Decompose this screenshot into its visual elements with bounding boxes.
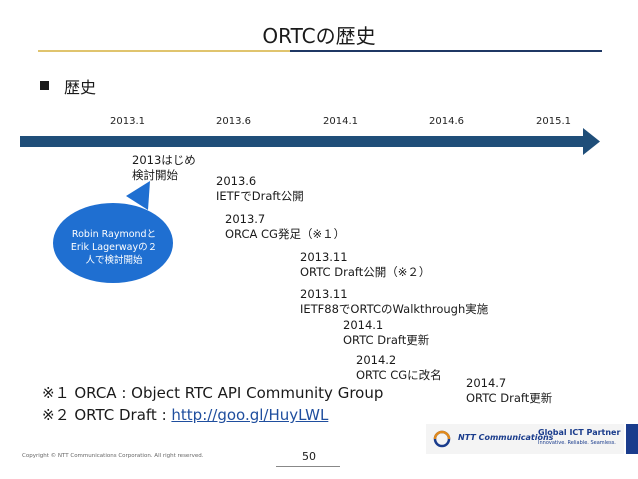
- event-2013-7: 2013.7 ORCA CG発足（※１）: [225, 212, 345, 242]
- event-date: 2013.11: [300, 250, 348, 264]
- event-date: 2014.7: [466, 376, 507, 390]
- note-ortc-draft: ※２ ORTC Draft : http://goo.gl/HuyLWL: [42, 404, 328, 425]
- event-desc: ORTC CGに改名: [356, 368, 442, 382]
- event-desc: IETFでDraft公開: [216, 189, 304, 203]
- event-date: 2014.2: [356, 353, 397, 367]
- timeline-arrow: [20, 128, 600, 155]
- note-ortc-draft-prefix: ※２ ORTC Draft :: [42, 406, 172, 424]
- event-2014-1: 2014.1 ORTC Draft更新: [343, 318, 429, 348]
- bubble-line: 人で検討開始: [85, 255, 143, 266]
- note-orca: ※１ ORCA : Object RTC API Community Group: [42, 384, 384, 402]
- event-desc: ORTC Draft更新: [343, 333, 430, 347]
- event-date: 2013.6: [216, 174, 257, 188]
- event-2013-11-ietf88: 2013.11 IETF88でORTCのWalkthrough実施: [300, 287, 488, 317]
- event-2014-7: 2014.7 ORTC Draft更新: [466, 376, 552, 406]
- event-desc: ORTC Draft更新: [466, 391, 553, 405]
- event-desc: ORCA CG発足（※１）: [225, 227, 346, 241]
- page-number-rule: [276, 466, 340, 467]
- event-2013-6: 2013.6 IETFでDraft公開: [216, 174, 304, 204]
- copyright-text: Copyright © NTT Communications Corporati…: [22, 453, 204, 459]
- page-number: 50: [302, 450, 316, 463]
- bubble-line: Erik Lagerwayの２: [70, 242, 158, 253]
- bubble-line: Robin Raymondと: [71, 229, 157, 240]
- partner-subtagline: Innovative. Reliable. Seamless.: [538, 440, 616, 446]
- event-2013-11-draft: 2013.11 ORTC Draft公開（※２）: [300, 250, 430, 280]
- event-desc: 検討開始: [132, 168, 178, 182]
- event-date: 2014.1: [343, 318, 384, 332]
- event-date: 2013はじめ: [132, 153, 196, 167]
- ntt-logo-icon: [433, 430, 451, 448]
- event-2014-2: 2014.2 ORTC CGに改名: [356, 353, 442, 383]
- event-date: 2013.11: [300, 287, 348, 301]
- event-2013-start: 2013はじめ 検討開始: [132, 153, 196, 183]
- corner-tab: [626, 424, 638, 454]
- event-desc: ORTC Draft公開（※２）: [300, 265, 431, 279]
- partner-tagline: Global ICT Partner: [538, 428, 621, 437]
- event-desc: IETF88でORTCのWalkthrough実施: [300, 302, 489, 316]
- ortc-draft-link[interactable]: http://goo.gl/HuyLWL: [171, 406, 328, 424]
- event-date: 2013.7: [225, 212, 266, 226]
- bubble-text: Robin Raymondと Erik Lagerwayの２ 人で検討開始: [58, 228, 170, 267]
